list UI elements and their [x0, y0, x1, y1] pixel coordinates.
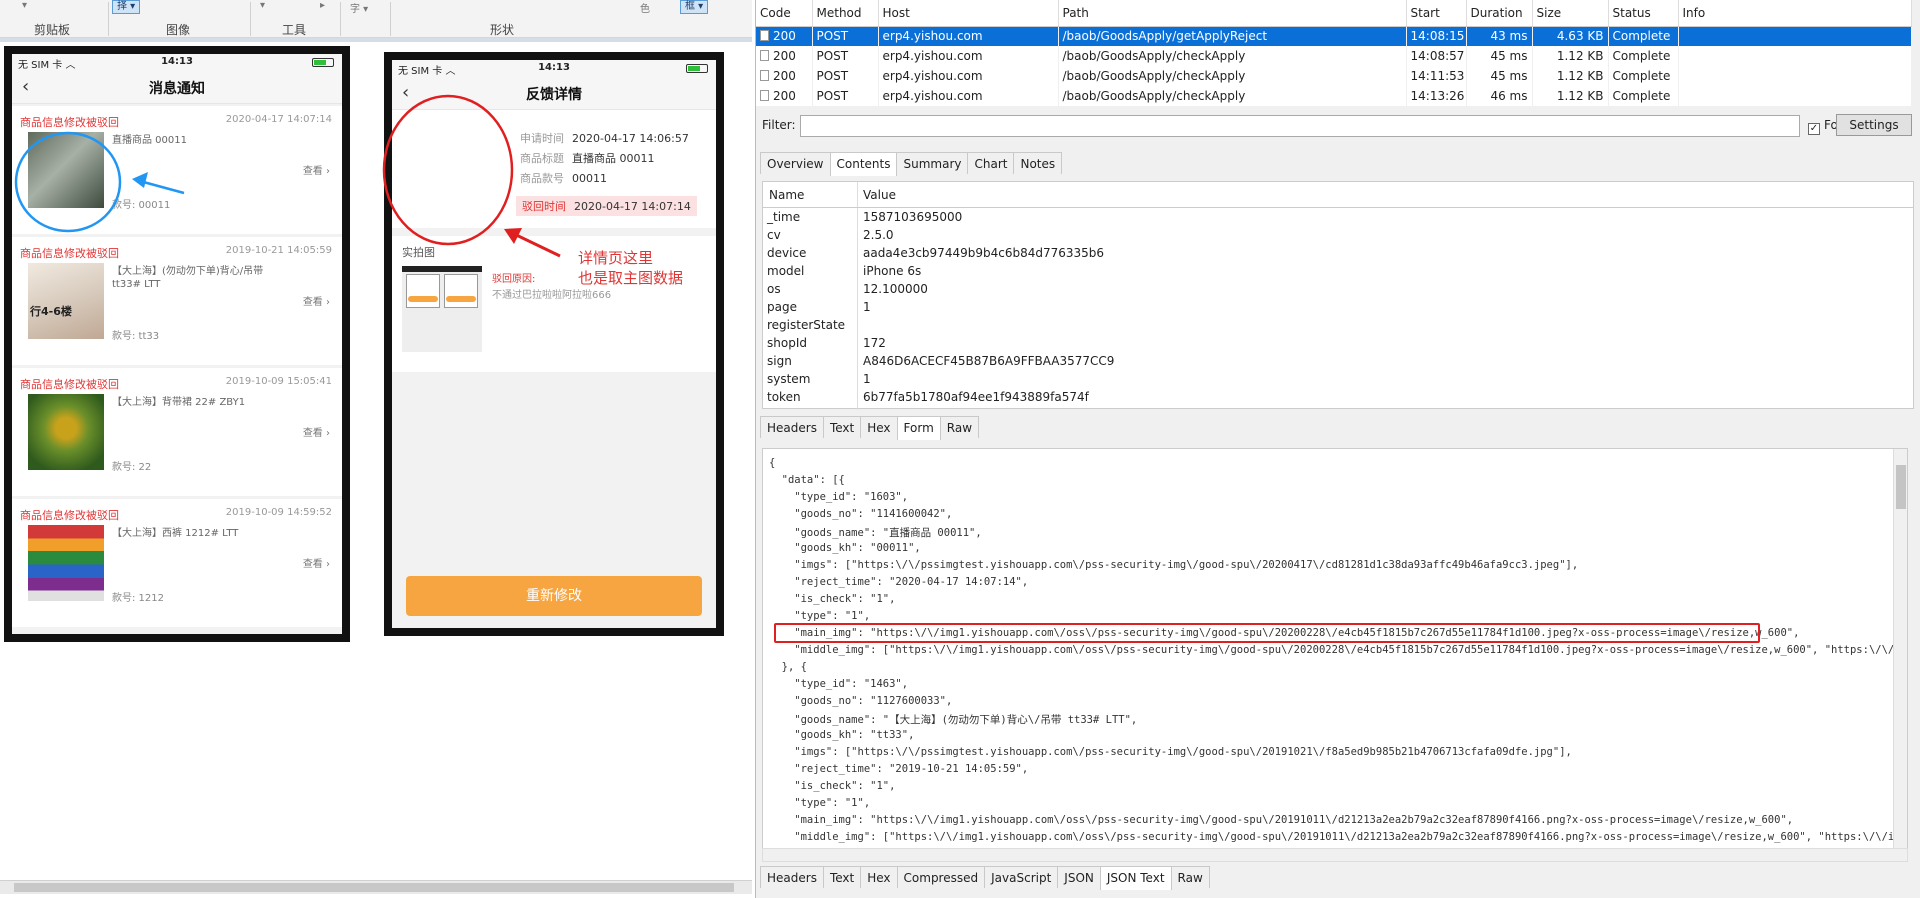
- response-tabs: Headers Text Hex Compressed JavaScript J…: [756, 866, 1210, 890]
- resp-tab-json-text[interactable]: JSON Text: [1099, 866, 1172, 890]
- tab-summary[interactable]: Summary: [896, 152, 969, 174]
- resp-tab-hex[interactable]: Hex: [860, 866, 898, 888]
- form-row[interactable]: system 1: [763, 370, 1913, 388]
- document-icon: [760, 70, 769, 81]
- resp-tab-json[interactable]: JSON: [1057, 866, 1101, 888]
- json-line: }, {: [769, 661, 807, 673]
- subtab-raw[interactable]: Raw: [939, 416, 980, 438]
- col-duration[interactable]: Duration: [1466, 0, 1533, 27]
- json-line: "goods_no": "1141600042",: [769, 508, 953, 520]
- table-row[interactable]: 200 POST erp4.yishou.com/baob/GoodsApply/…: [756, 86, 1912, 106]
- tab-notes[interactable]: Notes: [1013, 152, 1063, 174]
- json-line: "reject_time": "2019-10-21 14:05:59",: [769, 763, 1029, 775]
- resp-tab-javascript[interactable]: JavaScript: [984, 866, 1059, 888]
- json-line: "type_id": "1463",: [769, 678, 909, 690]
- resp-tab-text[interactable]: Text: [822, 866, 862, 888]
- resp-tab-raw[interactable]: Raw: [1170, 866, 1210, 888]
- document-icon: [760, 50, 769, 61]
- json-text-view[interactable]: { "data": [{ "type_id": "1603", "goods_n…: [762, 448, 1908, 862]
- subtab-headers[interactable]: Headers: [760, 416, 824, 438]
- table-row[interactable]: 200 POST erp4.yishou.com/baob/GoodsApply/…: [756, 26, 1912, 46]
- json-line: {: [769, 457, 776, 469]
- json-line: "goods_name": "【大上海】(勿动勿下单)背心\/吊带 tt33# …: [769, 714, 1138, 726]
- json-line: "reject_time": "2020-04-17 14:07:14",: [769, 576, 1029, 588]
- json-horizontal-scrollbar[interactable]: [762, 848, 1908, 862]
- col-status[interactable]: Status: [1608, 0, 1679, 27]
- blue-arrow-head-icon: [132, 172, 148, 188]
- tab-overview[interactable]: Overview: [760, 152, 831, 174]
- table-row[interactable]: 200 POST erp4.yishou.com/baob/GoodsApply/…: [756, 66, 1912, 86]
- col-start[interactable]: Start: [1406, 0, 1467, 27]
- col-code[interactable]: Code: [756, 0, 813, 27]
- col-info[interactable]: Info: [1678, 0, 1912, 27]
- form-row[interactable]: device aada4e3cb97449b9b4c6b84d776335b6: [763, 244, 1913, 262]
- json-line: "middle_img": ["https:\/\/img1.yishouapp…: [769, 831, 1908, 843]
- col-host[interactable]: Host: [878, 0, 1059, 27]
- subtab-hex[interactable]: Hex: [860, 416, 898, 438]
- json-line: "goods_name": "直播商品 00011",: [769, 527, 982, 539]
- json-line: "is_check": "1",: [769, 593, 896, 605]
- main-img-highlight-box: [774, 623, 1760, 643]
- filter-label: Filter:: [762, 118, 796, 132]
- json-line: "type_id": "1603",: [769, 491, 909, 503]
- form-row[interactable]: os 12.100000: [763, 280, 1913, 298]
- col-path[interactable]: Path: [1058, 0, 1407, 27]
- form-row[interactable]: _time 1587103695000: [763, 208, 1913, 226]
- json-line: "middle_img": ["https:\/\/img1.yishouapp…: [769, 644, 1908, 656]
- value-header: Value: [863, 188, 896, 202]
- json-vertical-scrollbar[interactable]: [1893, 449, 1907, 861]
- fiddler-panel: Code Method Host Path Start Duration Siz…: [755, 0, 1920, 898]
- form-row[interactable]: registerState: [763, 316, 1913, 334]
- document-icon: [760, 30, 769, 42]
- json-line: "is_check": "1",: [769, 780, 896, 792]
- request-subtabs: Headers Text Hex Form Raw: [756, 416, 980, 440]
- form-row[interactable]: page 1: [763, 298, 1913, 316]
- json-line: "type": "1",: [769, 797, 871, 809]
- document-icon: [760, 90, 769, 101]
- form-header: Name Value: [763, 182, 1913, 208]
- sessions-table: Code Method Host Path Start Duration Siz…: [756, 0, 1912, 106]
- settings-button[interactable]: Settings: [1836, 114, 1912, 136]
- resp-tab-headers[interactable]: Headers: [760, 866, 824, 888]
- checkmark-icon: ✓: [1808, 123, 1820, 135]
- form-row[interactable]: model iPhone 6s: [763, 262, 1913, 280]
- form-row[interactable]: token 6b77fa5b1780af94ee1f943889fa574f: [763, 388, 1913, 406]
- document-canvas: 择 ▾ ▾ ▾ ▸ 字 ▾ 色 框 ▾ 剪贴板 图像 工具 形状 无 SIM 卡…: [0, 0, 752, 898]
- form-grid: Name Value _time 1587103695000 cv 2.5.0 de…: [762, 181, 1914, 410]
- json-line: "type": "1",: [769, 610, 871, 622]
- name-header: Name: [769, 188, 805, 202]
- tab-chart[interactable]: Chart: [967, 152, 1015, 174]
- annotation-layer: [14, 94, 561, 258]
- red-circle-annotation: [382, 94, 514, 246]
- json-line: "goods_kh": "tt33",: [769, 729, 915, 741]
- json-line: "goods_kh": "00011",: [769, 542, 921, 554]
- json-line: "main_img": "https:\/\/img1.yishouapp.co…: [769, 814, 1794, 826]
- json-line: "imgs": ["https:\/\/pssimgtest.yishouapp…: [769, 559, 1579, 571]
- subtab-form[interactable]: Form: [896, 416, 941, 440]
- tab-contents[interactable]: Contents: [829, 152, 898, 176]
- col-method[interactable]: Method: [812, 0, 879, 27]
- request-tabs: Overview Contents Summary Chart Notes: [756, 152, 1063, 176]
- sessions-header-row: Code Method Host Path Start Duration Siz…: [756, 0, 1912, 27]
- form-row[interactable]: shopId 172: [763, 334, 1913, 352]
- table-row[interactable]: 200 POST erp4.yishou.com/baob/GoodsApply/…: [756, 46, 1912, 66]
- form-row[interactable]: sign A846D6ACECF45B87B6A9FFBAA3577CC9: [763, 352, 1913, 370]
- blue-circle-annotation: [14, 131, 122, 233]
- resp-tab-compressed[interactable]: Compressed: [896, 866, 986, 888]
- json-line: "imgs": ["https:\/\/pssimgtest.yishouapp…: [769, 746, 1572, 758]
- annotation-text: 详情页这里 也是取主图数据: [578, 249, 684, 287]
- json-line: "goods_no": "1127600033",: [769, 695, 953, 707]
- filter-input[interactable]: [800, 115, 1800, 137]
- col-size[interactable]: Size: [1532, 0, 1609, 27]
- subtab-text[interactable]: Text: [822, 416, 862, 438]
- form-row[interactable]: cv 2.5.0: [763, 226, 1913, 244]
- json-line: "data": [{: [769, 474, 845, 486]
- canvas-horizontal-scrollbar[interactable]: [0, 880, 752, 894]
